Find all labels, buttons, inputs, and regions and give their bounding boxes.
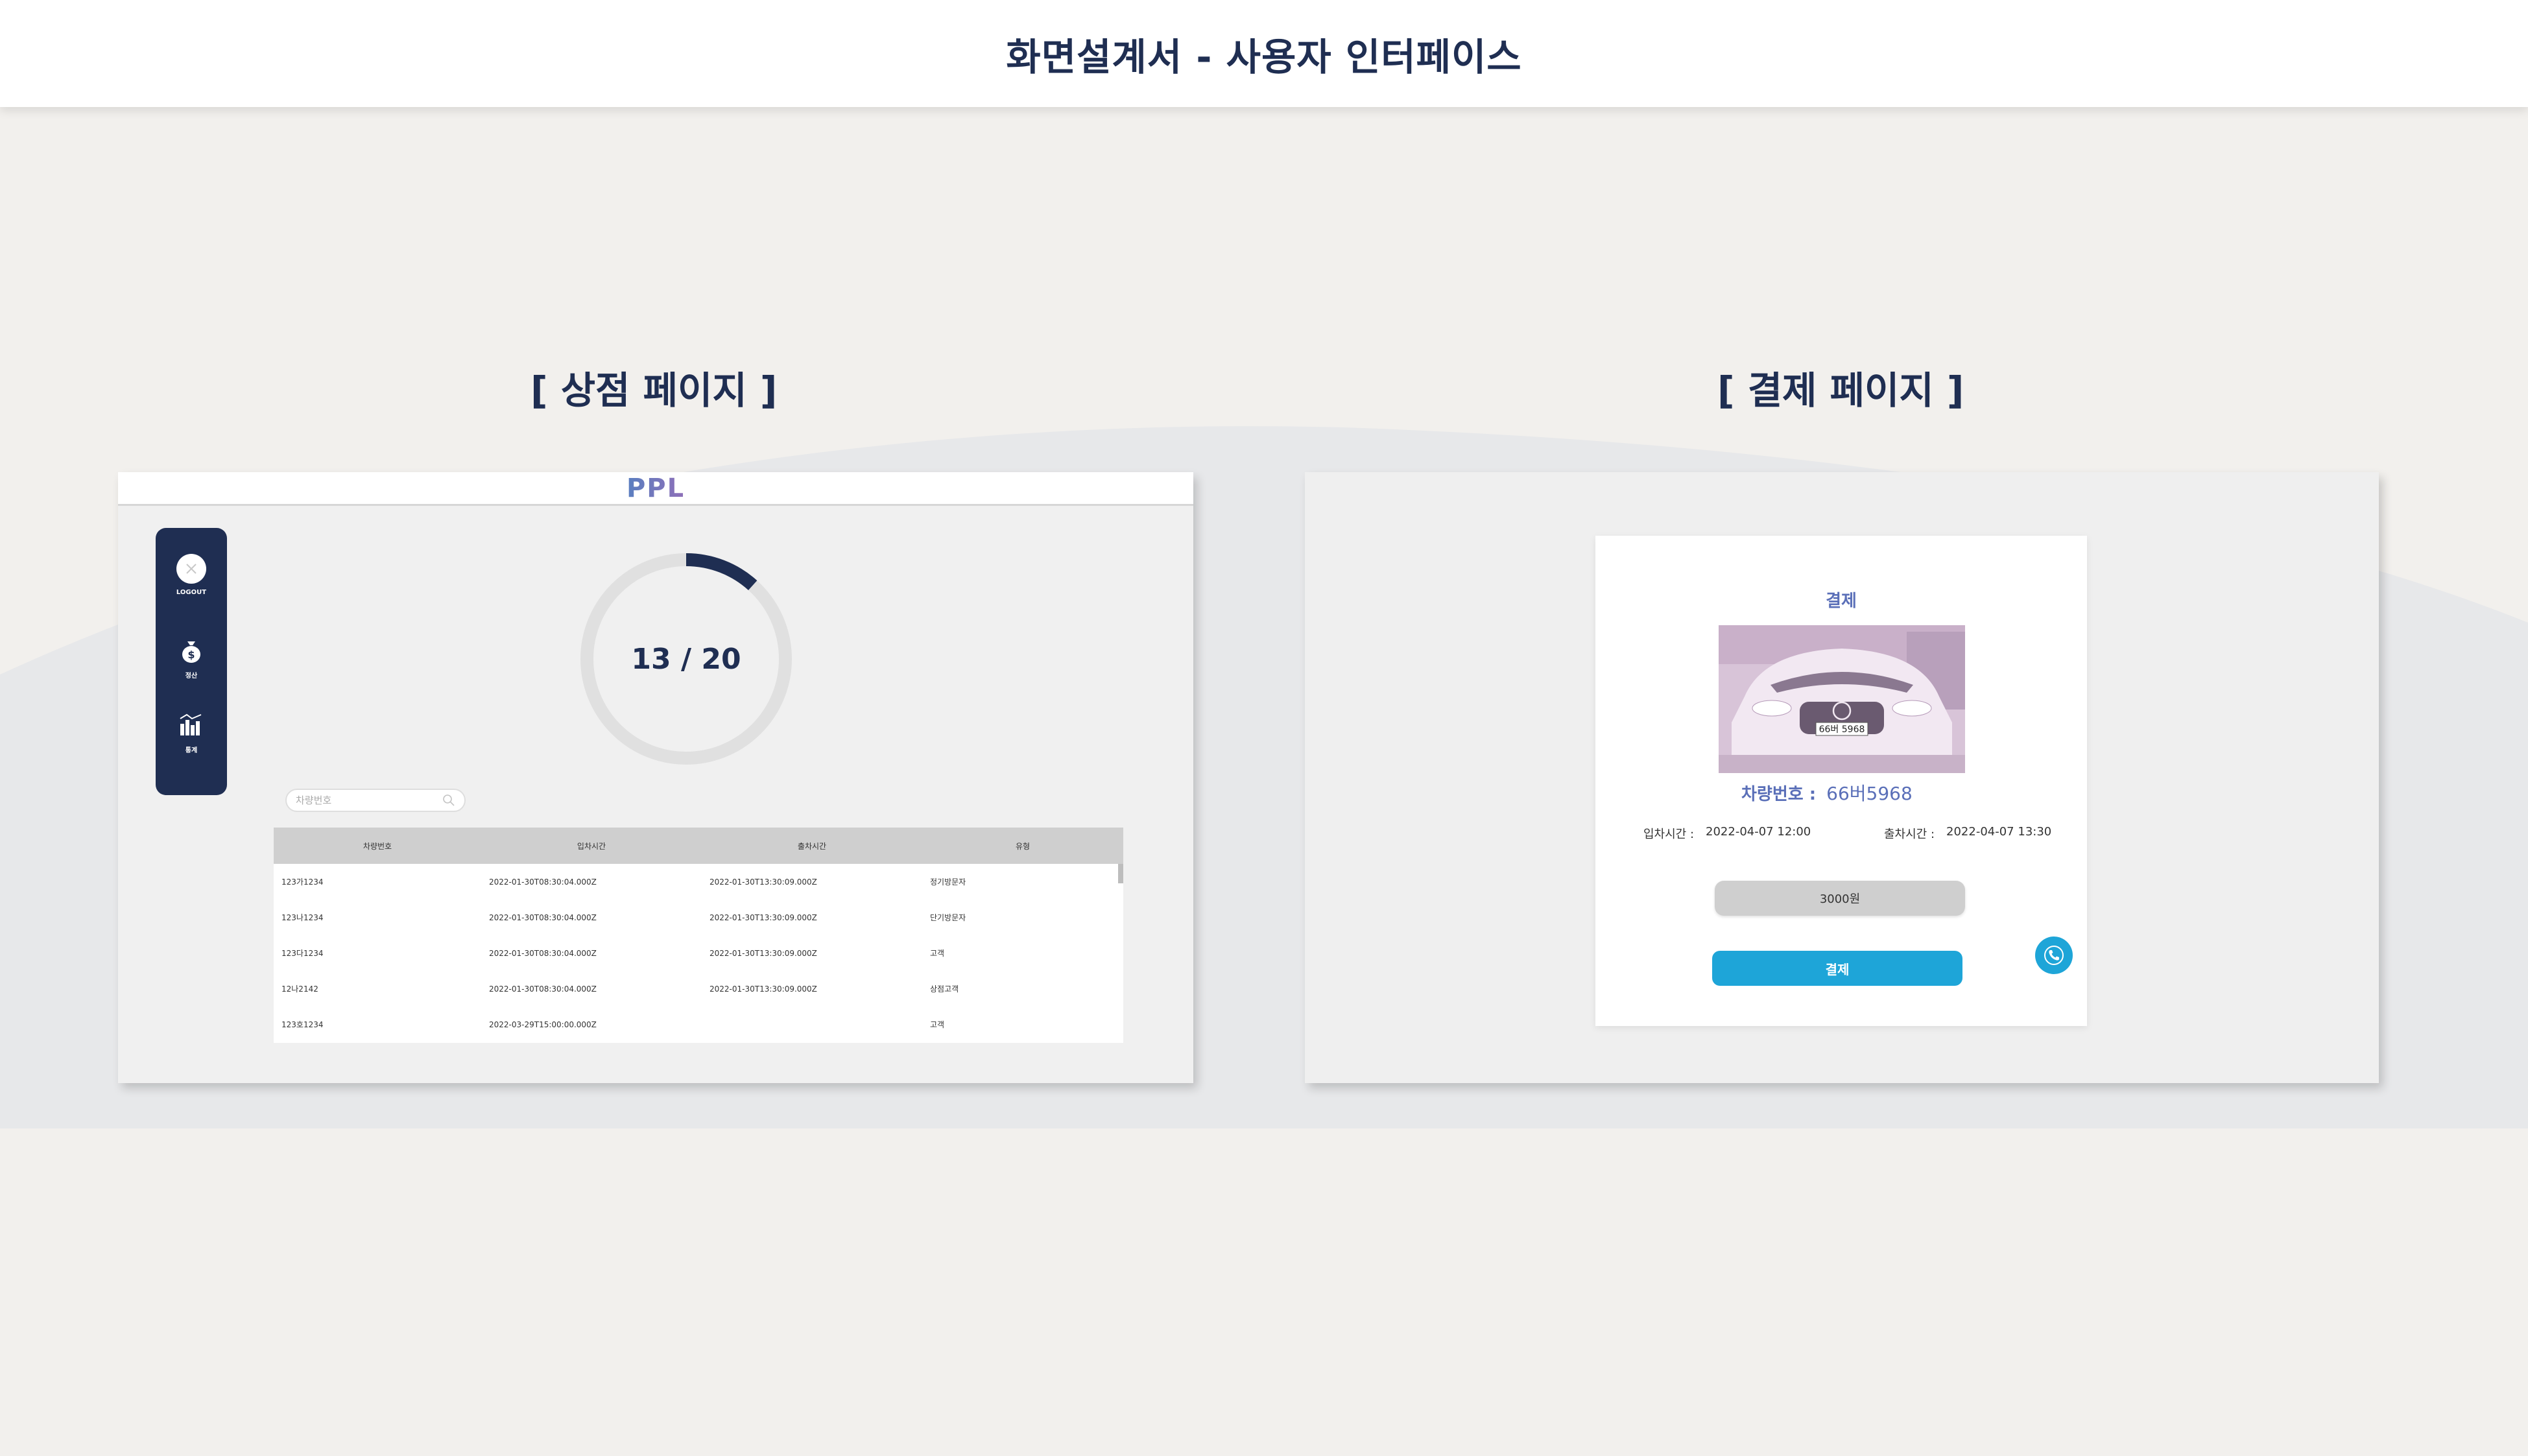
- cell-exit-time: 2022-01-30T13:30:09.000Z: [710, 913, 817, 922]
- exit-time-row: 출차시간 : 2022-04-07 13:30: [1884, 825, 2051, 842]
- parking-table: 차량번호 입차시간 출차시간 유형 123가1234 2022-01-30T08…: [274, 828, 1123, 1043]
- pay-button[interactable]: 결제: [1712, 951, 1962, 986]
- cell-entry-time: 2022-01-30T08:30:04.000Z: [489, 984, 597, 994]
- logout-icon: [176, 554, 206, 584]
- table-row[interactable]: 123다1234 2022-01-30T08:30:04.000Z 2022-0…: [274, 935, 1123, 971]
- cell-car-number: 123가1234: [281, 877, 324, 887]
- car-number-search-input[interactable]: [296, 794, 442, 806]
- sidebar-item-label: 통계: [185, 747, 198, 754]
- entry-time-row: 입차시간 : 2022-04-07 12:00: [1643, 825, 1811, 842]
- payment-amount: 3000원: [1715, 881, 1965, 916]
- page-title: 화면설계서 - 사용자 인터페이스: [1006, 34, 1522, 79]
- cell-type: 고객: [930, 1020, 945, 1029]
- column-header-entry-time[interactable]: 입차시간: [481, 841, 702, 852]
- car-photo: 66버 5968: [1719, 625, 1965, 773]
- sidebar-item-settlement[interactable]: $ 정산: [178, 638, 205, 680]
- cell-car-number: 123다1234: [281, 949, 324, 958]
- phone-icon: [2044, 946, 2064, 965]
- shop-section-title: [ 상점 페이지 ]: [531, 368, 778, 412]
- cell-exit-time: 2022-01-30T13:30:09.000Z: [710, 984, 817, 994]
- cell-car-number: 12나2142: [281, 985, 318, 994]
- cell-type: 상점고객: [930, 985, 959, 994]
- cell-type: 단기방문자: [930, 913, 966, 922]
- car-number-row: 차량번호 : 66버5968: [1741, 780, 1913, 806]
- bar-chart-icon: [180, 713, 202, 735]
- shop-sidebar: LOGOUT $ 정산 통계: [156, 528, 227, 795]
- search-box[interactable]: [285, 789, 466, 812]
- entry-time-value: 2022-04-07 12:00: [1706, 825, 1811, 839]
- table-row[interactable]: 123가1234 2022-01-30T08:30:04.000Z 2022-0…: [274, 864, 1123, 900]
- column-header-exit-time[interactable]: 출차시간: [702, 841, 922, 852]
- page-header: 화면설계서 - 사용자 인터페이스: [0, 0, 2528, 107]
- sidebar-item-logout[interactable]: LOGOUT: [176, 554, 206, 596]
- sidebar-item-statistics[interactable]: 통계: [178, 712, 205, 754]
- occupancy-donut: 13 / 20: [576, 549, 796, 769]
- column-header-car-number[interactable]: 차량번호: [274, 841, 481, 852]
- table-header: 차량번호 입차시간 출차시간 유형: [274, 828, 1123, 864]
- shop-page-mockup: PPL LOGOUT $ 정산 통계 13 / 20 차량번호 차량번호 입차시…: [118, 472, 1193, 1083]
- payment-card-title: 결제: [1826, 591, 1857, 611]
- car-number-value: 66버5968: [1826, 783, 1913, 804]
- occupancy-count: 13 / 20: [631, 642, 741, 676]
- cell-entry-time: 2022-01-30T08:30:04.000Z: [489, 877, 597, 887]
- table-row[interactable]: 123나1234 2022-01-30T08:30:04.000Z 2022-0…: [274, 900, 1123, 935]
- cell-exit-time: 2022-01-30T13:30:09.000Z: [710, 877, 817, 887]
- call-button[interactable]: [2035, 937, 2073, 974]
- cell-type: 정기방문자: [930, 877, 966, 887]
- cell-entry-time: 2022-01-30T08:30:04.000Z: [489, 913, 597, 922]
- entry-time-label: 입차시간 :: [1643, 828, 1695, 841]
- exit-time-label: 출차시간 :: [1884, 828, 1935, 841]
- cell-entry-time: 2022-03-29T15:00:00.000Z: [489, 1020, 597, 1029]
- table-row[interactable]: 123호1234 2022-03-29T15:00:00.000Z 고객: [274, 1007, 1123, 1042]
- table-row[interactable]: 12나2142 2022-01-30T08:30:04.000Z 2022-01…: [274, 971, 1123, 1007]
- table-scrollbar[interactable]: [1118, 864, 1123, 883]
- column-header-type[interactable]: 유형: [922, 841, 1123, 852]
- payment-page-mockup: 결제 66버 5968 차량번호 : 66버5968 입차시간 : 2022-0…: [1305, 472, 2379, 1083]
- money-bag-icon: $: [182, 641, 200, 663]
- ppl-logo[interactable]: PPL: [626, 473, 685, 503]
- exit-time-value: 2022-04-07 13:30: [1946, 825, 2052, 839]
- car-number-label: 차량번호 :: [1741, 785, 1817, 804]
- search-icon[interactable]: [442, 794, 455, 807]
- cell-exit-time: 2022-01-30T13:30:09.000Z: [710, 948, 817, 958]
- shop-topbar: PPL: [118, 472, 1193, 506]
- sidebar-item-label: 정산: [185, 673, 198, 680]
- payment-section-title: [ 결제 페이지 ]: [1717, 368, 1964, 412]
- license-plate-text: 66버 5968: [1819, 724, 1865, 735]
- svg-text:$: $: [187, 649, 195, 661]
- cell-car-number: 123나1234: [281, 913, 324, 922]
- cell-car-number: 123호1234: [281, 1020, 324, 1029]
- cell-type: 고객: [930, 949, 945, 958]
- cell-entry-time: 2022-01-30T08:30:04.000Z: [489, 948, 597, 958]
- payment-card: 결제 66버 5968 차량번호 : 66버5968 입차시간 : 2022-0…: [1595, 536, 2087, 1026]
- sidebar-item-label: LOGOUT: [176, 589, 207, 596]
